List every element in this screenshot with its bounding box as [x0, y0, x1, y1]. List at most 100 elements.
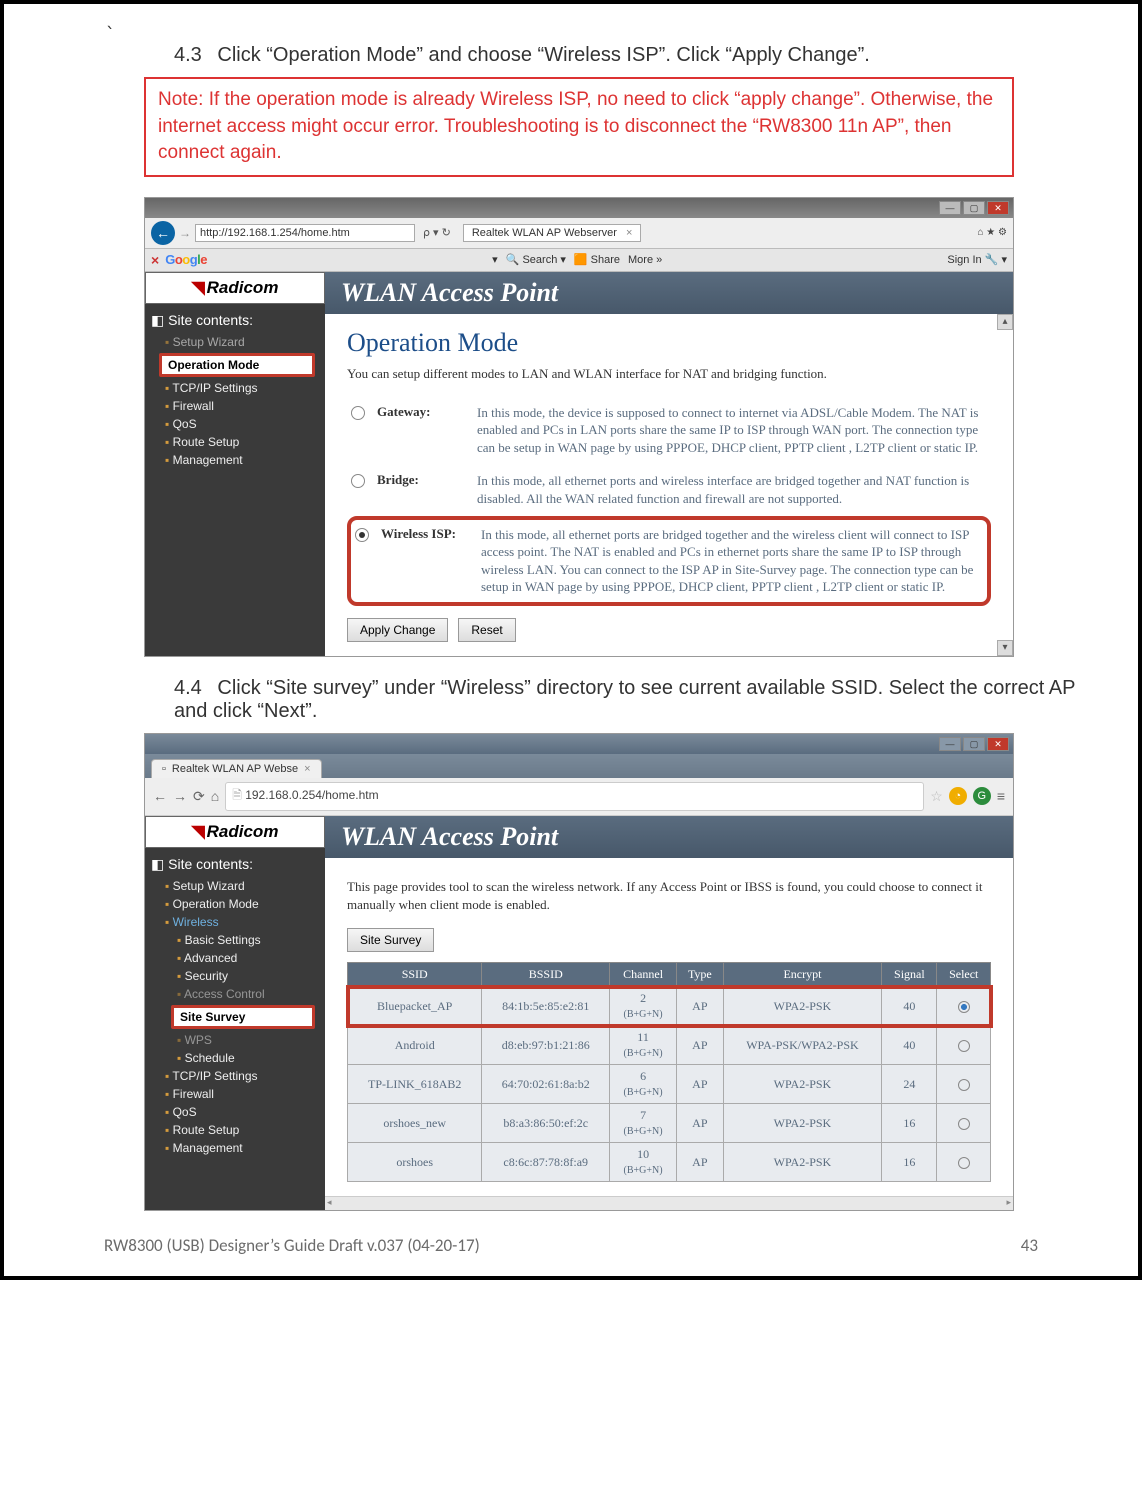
- mode-wisp-label: Wireless ISP:: [381, 526, 469, 596]
- google-toolbar: × Google ▾ 🔍 Search ▾ 🟧 Share More » Sig…: [145, 249, 1013, 272]
- close-button[interactable]: ✕: [987, 201, 1009, 215]
- tab-favicon: ▫: [162, 763, 166, 775]
- table-row[interactable]: Androidd8:eb:97:b1:21:8611(B+G+N)APWPA-P…: [348, 1026, 991, 1065]
- toolbar-share[interactable]: 🟧 Share: [574, 253, 620, 266]
- radio-wireless-isp[interactable]: [355, 528, 369, 542]
- cell-type: AP: [677, 1104, 724, 1143]
- toolbar-search[interactable]: 🔍 Search ▾: [506, 253, 566, 266]
- col-type: Type: [677, 963, 724, 987]
- tab-close-icon[interactable]: ×: [626, 227, 632, 239]
- cell-select[interactable]: [937, 1065, 991, 1104]
- sidebar-item-operation-mode[interactable]: Operation Mode: [151, 895, 319, 913]
- reset-button[interactable]: Reset: [458, 618, 515, 642]
- cell-bssid: 64:70:02:61:8a:b2: [482, 1065, 610, 1104]
- forward-button[interactable]: →: [173, 788, 187, 804]
- maximize-button[interactable]: ▢: [963, 737, 985, 751]
- back-button[interactable]: ←: [151, 221, 175, 245]
- sidebar-item-wps[interactable]: WPS: [151, 1031, 319, 1049]
- page-footer: RW8300 (USB) Designer’s Guide Draft v.03…: [104, 1235, 1038, 1256]
- sidebar-item-qos[interactable]: QoS: [151, 415, 319, 433]
- sidebar-item-schedule[interactable]: Schedule: [151, 1049, 319, 1067]
- toolbar-more[interactable]: More »: [628, 254, 662, 266]
- maximize-button[interactable]: ▢: [963, 201, 985, 215]
- sidebar-item-firewall[interactable]: Firewall: [151, 397, 319, 415]
- table-row[interactable]: TP-LINK_618AB264:70:02:61:8a:b26(B+G+N)A…: [348, 1065, 991, 1104]
- close-button[interactable]: ✕: [987, 737, 1009, 751]
- minimize-button[interactable]: —: [939, 201, 961, 215]
- browser-tab[interactable]: ▫ Realtek WLAN AP Webse ×: [151, 759, 322, 778]
- titlebar-icons[interactable]: ⌂ ★ ⚙: [977, 227, 1007, 238]
- sidebar-item-advanced[interactable]: Advanced: [151, 949, 319, 967]
- main-content: WLAN Access Point This page provides too…: [325, 816, 1013, 1210]
- sidebar-item-firewall[interactable]: Firewall: [151, 1085, 319, 1103]
- sidebar-item-setup-wizard[interactable]: Setup Wizard: [151, 333, 319, 351]
- mode-gateway-row: Gateway: In this mode, the device is sup…: [347, 396, 991, 465]
- table-row[interactable]: Bluepacket_AP84:1b:5e:85:e2:812(B+G+N)AP…: [348, 987, 991, 1026]
- cell-ssid: TP-LINK_618AB2: [348, 1065, 482, 1104]
- screenshot-site-survey: — ▢ ✕ ▫ Realtek WLAN AP Webse × ← → ⟳ ⌂ …: [144, 733, 1014, 1211]
- url-field[interactable]: http://192.168.1.254/home.htm: [195, 224, 415, 242]
- forward-button[interactable]: →: [179, 226, 191, 240]
- apply-change-button[interactable]: Apply Change: [347, 618, 448, 642]
- screenshot-operation-mode: — ▢ ✕ ← → http://192.168.1.254/home.htm …: [144, 197, 1014, 657]
- sidebar-item-route[interactable]: Route Setup: [151, 1121, 319, 1139]
- home-button[interactable]: ⌂: [211, 788, 219, 804]
- browser-tab[interactable]: Realtek WLAN AP Webserver ×: [463, 224, 642, 242]
- cell-select[interactable]: [937, 1026, 991, 1065]
- cell-select[interactable]: [937, 987, 991, 1026]
- tab-close-icon[interactable]: ×: [304, 763, 310, 775]
- sidebar-item-setup-wizard[interactable]: Setup Wizard: [151, 877, 319, 895]
- toolbar-signin[interactable]: Sign In 🔧 ▾: [947, 253, 1007, 266]
- bookmark-star-icon[interactable]: ☆: [930, 788, 943, 805]
- cell-select[interactable]: [937, 1104, 991, 1143]
- sidebar-item-basic-settings[interactable]: Basic Settings: [151, 931, 319, 949]
- col-encrypt: Encrypt: [723, 963, 882, 987]
- sidebar-item-site-survey[interactable]: Site Survey: [171, 1005, 315, 1029]
- minimize-button[interactable]: —: [939, 737, 961, 751]
- window-titlebar: — ▢ ✕: [145, 198, 1013, 218]
- cell-signal: 40: [882, 1026, 937, 1065]
- sidebar-item-operation-mode[interactable]: Operation Mode: [159, 353, 315, 377]
- radio-bridge[interactable]: [351, 474, 365, 488]
- col-signal: Signal: [882, 963, 937, 987]
- site-survey-button[interactable]: Site Survey: [347, 928, 434, 952]
- search-refresh-icons[interactable]: ⍴ ▾ ↻: [419, 226, 455, 239]
- mode-bridge-row: Bridge: In this mode, all ethernet ports…: [347, 464, 991, 515]
- toolbar-dropdown-icon[interactable]: ▾: [492, 253, 498, 266]
- table-row[interactable]: orshoesc8:6c:87:78:8f:a910(B+G+N)APWPA2-…: [348, 1143, 991, 1182]
- cell-encrypt: WPA2-PSK: [723, 987, 882, 1026]
- reload-button[interactable]: ⟳: [193, 788, 205, 805]
- cell-encrypt: WPA-PSK/WPA2-PSK: [723, 1026, 882, 1065]
- mode-bridge-desc: In this mode, all ethernet ports and wir…: [477, 472, 987, 507]
- sidebar-item-route[interactable]: Route Setup: [151, 433, 319, 451]
- extension-icon-2[interactable]: G: [973, 787, 991, 805]
- sidebar: Radicom Site contents: Setup Wizard Oper…: [145, 816, 325, 1210]
- extension-icon-1[interactable]: ◔: [949, 787, 967, 805]
- tab-label: Realtek WLAN AP Webse: [172, 763, 298, 775]
- sidebar-item-tcpip[interactable]: TCP/IP Settings: [151, 1067, 319, 1085]
- brand-logo: Radicom: [145, 816, 325, 848]
- col-bssid: BSSID: [482, 963, 610, 987]
- url-field[interactable]: 🗎 192.168.0.254/home.htm: [225, 782, 924, 811]
- cell-select[interactable]: [937, 1143, 991, 1182]
- toolbar-close-icon[interactable]: ×: [151, 252, 159, 268]
- sidebar-item-wireless[interactable]: Wireless: [151, 913, 319, 931]
- back-button[interactable]: ←: [153, 788, 167, 804]
- sidebar-item-qos[interactable]: QoS: [151, 1103, 319, 1121]
- horizontal-scrollbar[interactable]: [325, 1196, 1013, 1210]
- mode-gateway-label: Gateway:: [377, 404, 465, 457]
- cell-signal: 16: [882, 1104, 937, 1143]
- cell-signal: 24: [882, 1065, 937, 1104]
- radio-gateway[interactable]: [351, 406, 365, 420]
- scrollbar-down[interactable]: ▾: [997, 640, 1013, 656]
- cell-signal: 40: [882, 987, 937, 1026]
- sidebar-item-management[interactable]: Management: [151, 1139, 319, 1157]
- menu-icon[interactable]: ≡: [997, 788, 1005, 804]
- scrollbar-up[interactable]: ▴: [997, 314, 1013, 330]
- sidebar-item-tcpip[interactable]: TCP/IP Settings: [151, 379, 319, 397]
- sidebar-item-management[interactable]: Management: [151, 451, 319, 469]
- table-row[interactable]: orshoes_newb8:a3:86:50:ef:2c7(B+G+N)APWP…: [348, 1104, 991, 1143]
- sidebar-item-access-control[interactable]: Access Control: [151, 985, 319, 1003]
- cell-encrypt: WPA2-PSK: [723, 1143, 882, 1182]
- sidebar-item-security[interactable]: Security: [151, 967, 319, 985]
